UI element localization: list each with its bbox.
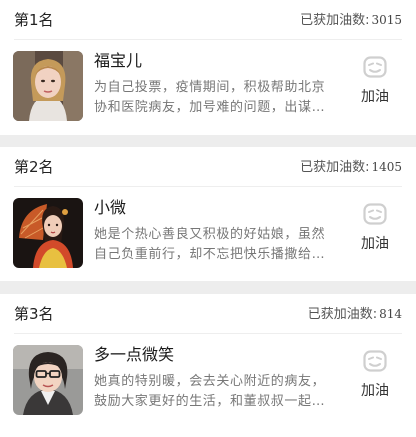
cheer-count: 已获加油数: 3015 xyxy=(300,11,402,30)
avatar[interactable] xyxy=(13,345,83,415)
cheer-button[interactable]: 加油 xyxy=(352,344,398,414)
cheer-count: 已获加油数: 1405 xyxy=(300,158,402,177)
cheer-button-label: 加油 xyxy=(361,383,389,399)
cheer-button[interactable]: 加油 xyxy=(352,197,398,267)
rank-label: 第2名 xyxy=(14,158,54,176)
member-description: 为自己投票，疫情期间，积极帮助北京协和医院病友，加号难的问题，出谋… xyxy=(94,80,326,115)
woman-with-glasses-portrait-icon xyxy=(13,345,83,415)
cheer-count-label: 已获加油数: xyxy=(307,307,378,322)
ranking-card-body[interactable]: 多一点微笑 她真的特别暖，会去关心附近的病友，鼓励大家更好的生活，和董叔叔一起…… xyxy=(0,334,416,428)
cheer-count-value: 814 xyxy=(379,307,402,321)
cheer-count: 已获加油数: 814 xyxy=(308,305,402,324)
rank-label: 第1名 xyxy=(14,11,54,29)
cheer-face-icon xyxy=(363,203,387,225)
girl-with-fan-portrait-icon xyxy=(13,198,83,268)
member-description: 她真的特别暖，会去关心附近的病友，鼓励大家更好的生活，和董叔叔一起… xyxy=(94,374,326,409)
cheer-button-label: 加油 xyxy=(361,89,389,105)
ranking-card: 第2名 已获加油数: 1405 小微 她是个热心善良又积极的好姑娘，虽然自己负重… xyxy=(0,147,416,281)
ranking-card: 第3名 已获加油数: 814 多一点微笑 她真的特别暖，会去关心附近的病友，鼓励… xyxy=(0,294,416,437)
ranking-list-page: 第1名 已获加油数: 3015 福宝儿 为自己投票，疫情期间，积极帮助北京协和医… xyxy=(0,0,416,437)
cheer-count-label: 已获加油数: xyxy=(300,13,370,28)
rank-label: 第3名 xyxy=(14,305,54,323)
cheer-count-value: 1405 xyxy=(371,160,402,174)
woman-portrait-icon xyxy=(13,51,83,121)
avatar[interactable] xyxy=(13,51,83,121)
ranking-card-header: 第3名 已获加油数: 814 xyxy=(14,294,402,334)
member-name[interactable]: 小微 xyxy=(94,197,126,219)
cheer-button-label: 加油 xyxy=(361,236,389,252)
ranking-card-header: 第2名 已获加油数: 1405 xyxy=(14,147,402,187)
cheer-button[interactable]: 加油 xyxy=(352,50,398,120)
cheer-face-icon xyxy=(363,350,387,372)
member-name[interactable]: 多一点微笑 xyxy=(94,344,174,366)
ranking-card-body[interactable]: 小微 她是个热心善良又积极的好姑娘，虽然自己负重前行，却不忘把快乐播撒给… 加油 xyxy=(0,187,416,281)
cheer-count-value: 3015 xyxy=(371,13,402,27)
member-description: 她是个热心善良又积极的好姑娘，虽然自己负重前行，却不忘把快乐播撒给… xyxy=(94,227,326,262)
cheer-face-icon xyxy=(363,56,387,78)
cheer-count-label: 已获加油数: xyxy=(300,160,370,175)
ranking-card: 第1名 已获加油数: 3015 福宝儿 为自己投票，疫情期间，积极帮助北京协和医… xyxy=(0,0,416,135)
member-name[interactable]: 福宝儿 xyxy=(94,50,142,72)
ranking-card-body[interactable]: 福宝儿 为自己投票，疫情期间，积极帮助北京协和医院病友，加号难的问题，出谋… 加… xyxy=(0,40,416,134)
ranking-card-header: 第1名 已获加油数: 3015 xyxy=(14,0,402,40)
avatar[interactable] xyxy=(13,198,83,268)
